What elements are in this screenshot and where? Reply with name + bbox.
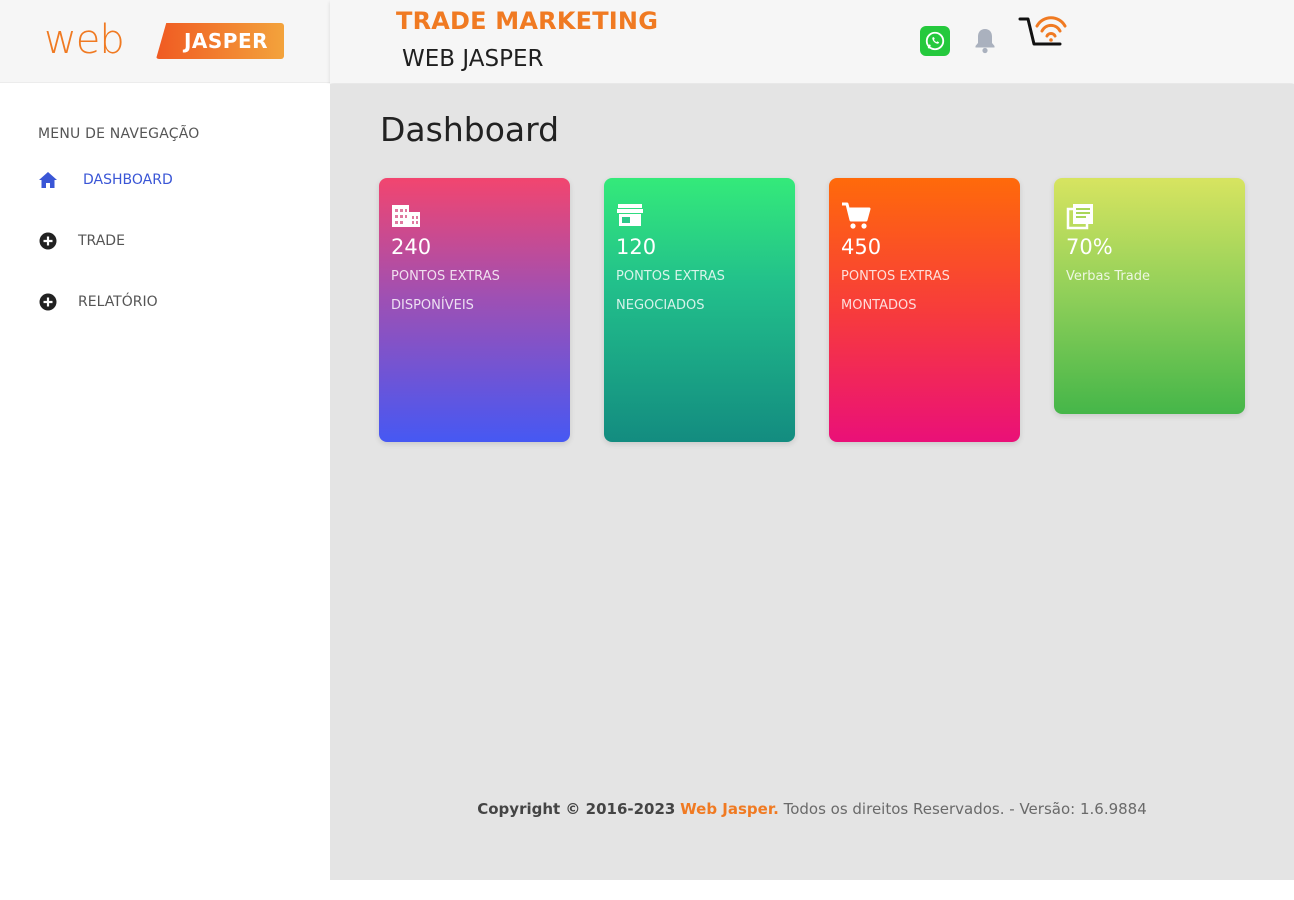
stat-card-disponiveis[interactable]: 240 PONTOS EXTRAS DISPONÍVEIS [379, 178, 570, 442]
top-header: TRADE MARKETING WEB JASPER [330, 0, 1294, 83]
sidebar-item-label: RELATÓRIO [78, 294, 158, 310]
sidebar-item-label: DASHBOARD [83, 172, 173, 188]
stat-card-negociados[interactable]: 120 PONTOS EXTRAS NEGOCIADOS [604, 178, 795, 442]
card-label-line1: PONTOS EXTRAS [391, 269, 500, 284]
card-label: PONTOS EXTRAS DISPONÍVEIS [391, 262, 561, 320]
plus-circle-icon [38, 231, 58, 251]
stat-card-montados[interactable]: 450 PONTOS EXTRAS MONTADOS [829, 178, 1020, 442]
sidebar-item-dashboard[interactable]: DASHBOARD [38, 170, 173, 190]
card-label: PONTOS EXTRAS MONTADOS [841, 262, 1011, 320]
whatsapp-icon[interactable] [920, 26, 950, 56]
card-label-line1: Verbas Trade [1066, 269, 1150, 284]
logo[interactable]: web JASPER [44, 18, 286, 64]
brand-bar: web JASPER [0, 0, 330, 83]
card-label-line2: MONTADOS [841, 298, 917, 313]
main-content: Dashboard 240 PONTOS EXTRAS DISPONÍVEIS … [330, 84, 1294, 880]
footer: Copyright © 2016-2023 Web Jasper. Todos … [330, 800, 1294, 818]
header-title: TRADE MARKETING [396, 7, 659, 35]
sidebar-item-relatorio[interactable]: RELATÓRIO [38, 292, 158, 312]
card-label-line2: DISPONÍVEIS [391, 298, 474, 313]
header-subtitle: WEB JASPER [402, 46, 544, 72]
card-label: Verbas Trade [1066, 262, 1236, 291]
home-icon [38, 170, 58, 190]
stat-card-verbas[interactable]: 70% Verbas Trade [1054, 178, 1245, 414]
sidebar-item-trade[interactable]: TRADE [38, 231, 125, 251]
plus-circle-icon [38, 292, 58, 312]
app: web JASPER TRADE MARKETING WEB JASPER ME… [0, 0, 1294, 880]
bell-icon[interactable] [972, 26, 998, 56]
card-value: 70% [1066, 235, 1113, 259]
cart-icon [841, 202, 871, 230]
cart-wifi-icon[interactable] [1018, 14, 1070, 52]
page-title: Dashboard [380, 110, 560, 149]
sidebar-item-label: TRADE [78, 233, 125, 249]
card-value: 120 [616, 235, 657, 259]
card-label: PONTOS EXTRAS NEGOCIADOS [616, 262, 786, 320]
logo-jasper-badge: JASPER [156, 23, 284, 59]
store-icon [616, 202, 646, 230]
footer-text: Todos os direitos Reservados. - Versão: … [783, 800, 1147, 818]
footer-copyright: Copyright © 2016-2023 [477, 800, 676, 818]
building-icon [391, 202, 421, 230]
card-value: 450 [841, 235, 882, 259]
menu-title: MENU DE NAVEGAÇÃO [38, 126, 200, 142]
footer-brand-link[interactable]: Web Jasper. [680, 800, 779, 818]
logo-web-text: web [44, 17, 125, 63]
card-label-line1: PONTOS EXTRAS [841, 269, 950, 284]
card-value: 240 [391, 235, 432, 259]
card-label-line1: PONTOS EXTRAS [616, 269, 725, 284]
card-label-line2: NEGOCIADOS [616, 298, 705, 313]
sidebar: MENU DE NAVEGAÇÃO DASHBOARD TRADE RELATÓ… [0, 84, 330, 880]
library-icon [1066, 202, 1096, 230]
